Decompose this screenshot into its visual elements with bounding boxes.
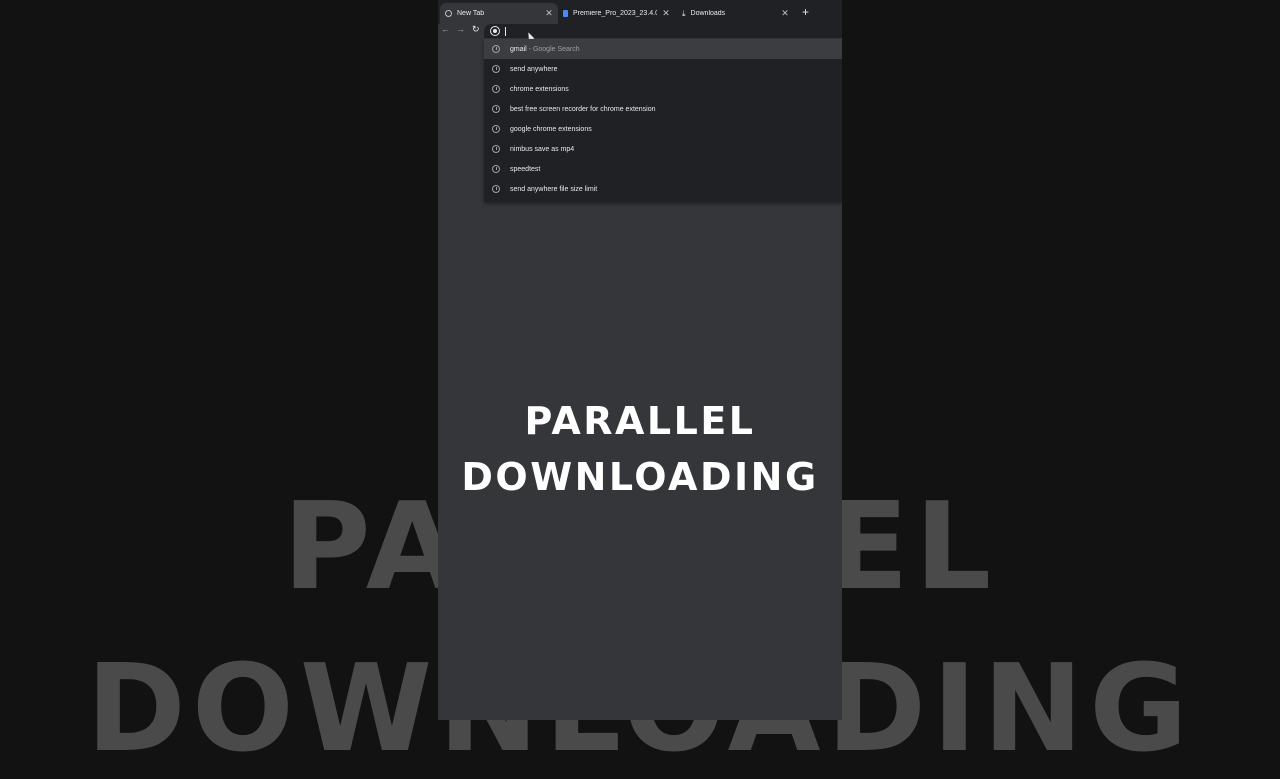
close-icon[interactable]: ✕ (781, 8, 789, 19)
history-clock-icon (492, 45, 500, 53)
omnibox-input[interactable] (505, 26, 806, 36)
video-caption-overlay: PARALLEL DOWNLOADING (438, 393, 842, 505)
tab-strip: New Tab ✕ Premiere_Pro_2023_23.4.0.zip ✕… (438, 0, 842, 24)
suggestion-item[interactable]: google chrome extensions (484, 119, 842, 139)
forward-arrow-icon[interactable]: → (456, 24, 465, 34)
browser-window: New Tab ✕ Premiere_Pro_2023_23.4.0.zip ✕… (438, 0, 842, 720)
suggestion-text: send anywhere (510, 65, 558, 73)
close-icon[interactable]: ✕ (662, 8, 670, 19)
tab-label: Downloads (690, 10, 726, 17)
suggestion-item[interactable]: best free screen recorder for chrome ext… (484, 99, 842, 119)
google-icon (490, 26, 500, 36)
suggestion-item[interactable]: send anywhere file size limit (484, 179, 842, 199)
suggestion-item[interactable]: chrome extensions (484, 79, 842, 99)
new-tab-plus-icon[interactable]: + (802, 5, 809, 19)
tab-label: Premiere_Pro_2023_23.4.0.zip (573, 10, 657, 17)
suggestion-item[interactable]: speedtest (484, 159, 842, 179)
browser-toolbar: ← → ↻ (438, 24, 842, 38)
tab-new-tab[interactable]: New Tab ✕ (440, 3, 558, 24)
caption-line2: DOWNLOADING (461, 455, 819, 499)
history-clock-icon (492, 165, 500, 173)
suggestion-text: best free screen recorder for chrome ext… (510, 105, 656, 113)
history-clock-icon (492, 105, 500, 113)
suggestion-text: gmail (510, 45, 527, 53)
suggestion-text: nimbus save as mp4 (510, 145, 575, 153)
suggestion-text: chrome extensions (510, 85, 569, 93)
history-clock-icon (492, 125, 500, 133)
history-clock-icon (492, 65, 500, 73)
history-clock-icon (492, 85, 500, 93)
omnibox[interactable] (484, 24, 842, 38)
suggestion-text: send anywhere file size limit (510, 185, 598, 193)
suggestion-item[interactable]: send anywhere (484, 59, 842, 79)
document-icon (563, 10, 568, 17)
history-clock-icon (492, 145, 500, 153)
back-arrow-icon[interactable]: ← (441, 24, 450, 34)
close-icon[interactable]: ✕ (545, 8, 553, 19)
suggestion-item[interactable]: nimbus save as mp4 (484, 139, 842, 159)
suggestion-suffix: - Google Search (526, 45, 580, 53)
suggestion-text: speedtest (510, 165, 541, 173)
suggestion-text: google chrome extensions (510, 125, 592, 133)
history-clock-icon (492, 185, 500, 193)
download-icon: ⤓ (682, 8, 686, 18)
reload-icon[interactable]: ↻ (472, 24, 480, 35)
tab-label: New Tab (457, 10, 485, 17)
tab-downloads[interactable]: ⤓ Downloads ✕ (677, 3, 794, 24)
caption-line1: PARALLEL (524, 399, 756, 443)
suggestion-item[interactable]: gmail - Google Search (484, 39, 842, 59)
tab-premiere-download[interactable]: Premiere_Pro_2023_23.4.0.zip ✕ (558, 3, 675, 24)
omnibox-suggestions: gmail - Google Search send anywhere chro… (484, 39, 842, 202)
chrome-icon (445, 10, 452, 17)
